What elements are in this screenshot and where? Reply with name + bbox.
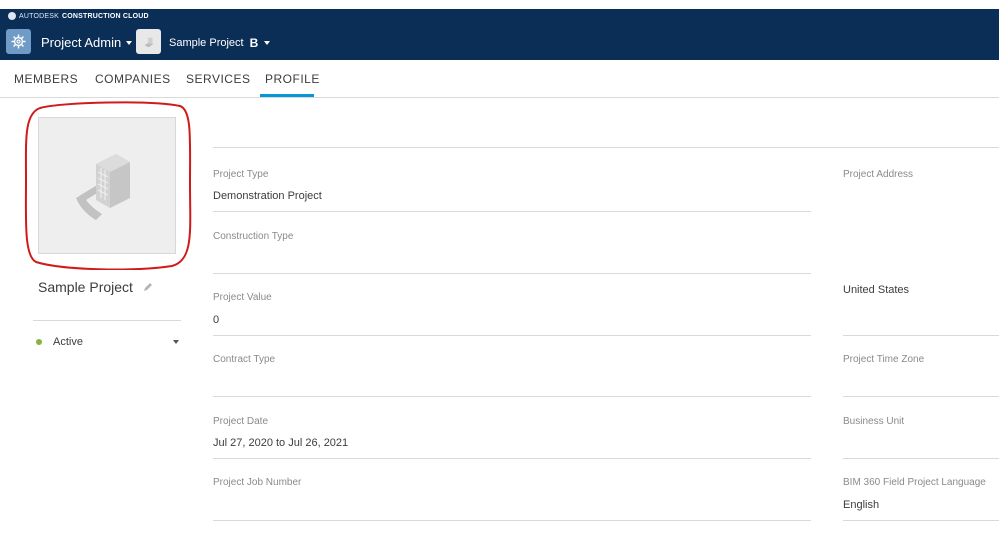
contract-type-underline	[213, 396, 811, 397]
address-underline	[843, 335, 999, 336]
project-date-label: Project Date	[213, 416, 269, 427]
tab-bar: MEMBERS COMPANIES SERVICES PROFILE	[0, 60, 999, 98]
divider	[213, 147, 999, 148]
project-job-number-underline	[213, 520, 811, 521]
construction-type-label: Construction Type	[213, 231, 294, 242]
project-value-label: Project Value	[213, 292, 272, 303]
project-time-zone-label: Project Time Zone	[843, 354, 925, 365]
project-type-value[interactable]: Demonstration Project	[213, 190, 322, 202]
status-dot-icon	[36, 339, 42, 345]
project-badge: B	[249, 36, 259, 50]
status-label: Active	[53, 336, 83, 348]
project-address-label: Project Address	[843, 169, 914, 180]
pencil-icon[interactable]	[143, 282, 153, 292]
field-language-value[interactable]: English	[843, 499, 879, 511]
tab-services[interactable]: SERVICES	[186, 72, 250, 86]
autodesk-logo-icon	[8, 12, 16, 20]
project-title: Sample Project	[38, 279, 153, 295]
project-thumbnail[interactable]	[136, 29, 161, 54]
chevron-down-icon	[126, 40, 133, 45]
chevron-down-icon	[264, 41, 271, 45]
business-unit-underline	[843, 458, 999, 459]
contract-type-label: Contract Type	[213, 354, 276, 365]
field-language-label: BIM 360 Field Project Language	[843, 477, 986, 488]
building-icon	[144, 37, 153, 47]
business-unit-label: Business Unit	[843, 416, 905, 427]
chevron-down-icon	[173, 340, 179, 344]
brand-logo: AUTODESK CONSTRUCTION CLOUD	[8, 12, 149, 20]
gear-icon[interactable]	[6, 29, 31, 54]
country-value[interactable]: United States	[843, 284, 909, 296]
brand-prefix: AUTODESK	[19, 12, 59, 20]
app-header: AUTODESK CONSTRUCTION CLOUD Project Admi…	[0, 9, 999, 60]
tab-companies[interactable]: COMPANIES	[95, 72, 171, 86]
project-value-value[interactable]: 0	[213, 314, 219, 326]
project-name-label: Sample Project	[169, 37, 244, 49]
active-tab-indicator	[260, 94, 314, 97]
tab-members[interactable]: MEMBERS	[14, 72, 78, 86]
red-highlight-annotation	[24, 101, 192, 270]
project-switcher-dropdown[interactable]: Sample Project B	[169, 36, 271, 50]
tab-profile[interactable]: PROFILE	[265, 72, 320, 86]
brand-name: CONSTRUCTION CLOUD	[61, 12, 149, 20]
status-dropdown[interactable]: Active	[33, 334, 181, 350]
time-zone-underline	[843, 396, 999, 397]
construction-type-underline	[213, 273, 811, 274]
app-switcher-dropdown[interactable]: Project Admin	[41, 35, 133, 50]
divider	[33, 320, 181, 321]
project-date-underline	[213, 458, 811, 459]
project-job-number-label: Project Job Number	[213, 477, 302, 488]
field-language-underline	[843, 520, 999, 521]
project-title-label: Sample Project	[38, 279, 133, 295]
project-type-label: Project Type	[213, 169, 269, 180]
project-date-value[interactable]: Jul 27, 2020 to Jul 26, 2021	[213, 437, 348, 449]
project-value-underline	[213, 335, 811, 336]
project-type-underline	[213, 211, 811, 212]
top-strip	[0, 0, 999, 9]
app-name-label: Project Admin	[41, 35, 122, 50]
